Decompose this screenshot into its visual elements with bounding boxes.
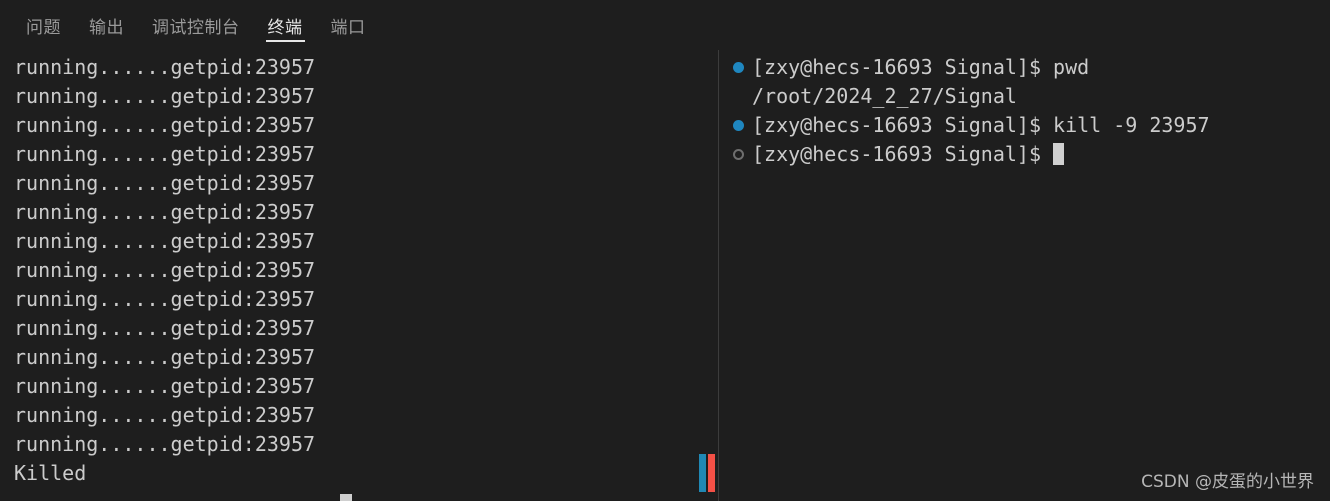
terminal-output-right: [zxy@hecs-16693 Signal]$ pwd/root/2024_2…: [719, 53, 1330, 169]
terminal-line: running......getpid:23957: [14, 84, 316, 108]
terminal-line: running......getpid:23957: [14, 403, 316, 427]
tab-debug-console[interactable]: 调试控制台: [138, 0, 254, 50]
terminal-line-text: [zxy@hecs-16693 Signal]$ kill -9 23957: [752, 113, 1210, 137]
terminal-line: running......getpid:23957: [14, 142, 316, 166]
terminal-line: running......getpid:23957: [14, 258, 316, 282]
terminal-output-line: /root/2024_2_27/Signal: [719, 82, 1330, 111]
terminal-line-text: /root/2024_2_27/Signal: [752, 84, 1017, 108]
terminal-area: running......getpid:23957 running......ge…: [0, 50, 1330, 501]
command-success-decoration-icon[interactable]: [733, 120, 744, 131]
tab-terminal[interactable]: 终端: [254, 0, 317, 50]
terminal-line: running......getpid:23957: [14, 374, 316, 398]
tab-label: 端口: [330, 17, 366, 38]
tab-output[interactable]: 输出: [75, 0, 138, 50]
terminal-line: running......getpid:23957: [14, 55, 316, 79]
terminal-line: running......getpid:23957: [14, 432, 316, 456]
terminal-line-text: [zxy@hecs-16693 Signal]$ pwd: [752, 55, 1090, 79]
tab-label: 问题: [26, 17, 61, 38]
terminal-command-line: [zxy@hecs-16693 Signal]$ pwd: [719, 53, 1330, 82]
tab-label: 终端: [267, 17, 303, 38]
terminal-line: running......getpid:23957: [14, 345, 316, 369]
terminal-line: running......getpid:23957: [14, 229, 316, 253]
terminal-line: running......getpid:23957: [14, 113, 316, 137]
terminal-line: running......getpid:23957: [14, 287, 316, 311]
terminal-line-text: [zxy@hecs-16693 Signal]$: [752, 142, 1054, 166]
terminal-pane-left[interactable]: running......getpid:23957 running......ge…: [0, 50, 718, 501]
terminal-command-line: [zxy@hecs-16693 Signal]$ kill -9 23957: [719, 111, 1330, 140]
tab-label: 输出: [89, 17, 124, 38]
terminal-line: running......getpid:23957: [14, 171, 316, 195]
terminal-command-line: [zxy@hecs-16693 Signal]$: [719, 140, 1330, 169]
command-success-decoration-icon[interactable]: [733, 62, 744, 73]
terminal-pane-right[interactable]: [zxy@hecs-16693 Signal]$ pwd/root/2024_2…: [719, 50, 1330, 501]
panel-tab-bar: 问题 输出 调试控制台 终端 端口: [0, 0, 1330, 50]
terminal-cursor-left: [340, 494, 352, 501]
tab-label: 调试控制台: [152, 17, 240, 38]
tab-problems[interactable]: 问题: [12, 0, 75, 50]
tab-ports[interactable]: 端口: [317, 0, 380, 50]
terminal-output-left: running......getpid:23957 running......ge…: [14, 53, 315, 488]
command-pending-decoration-icon[interactable]: [733, 149, 744, 160]
overview-marker-red[interactable]: [708, 454, 715, 492]
terminal-line: running......getpid:23957: [14, 200, 316, 224]
active-tab-indicator: [265, 40, 305, 42]
overview-marker-blue[interactable]: [699, 454, 706, 492]
terminal-line: Killed: [14, 461, 87, 485]
vscode-bottom-panel: 问题 输出 调试控制台 终端 端口 running......getpid:23…: [0, 0, 1330, 501]
terminal-cursor-right: [1053, 143, 1065, 165]
terminal-line: running......getpid:23957: [14, 316, 316, 340]
